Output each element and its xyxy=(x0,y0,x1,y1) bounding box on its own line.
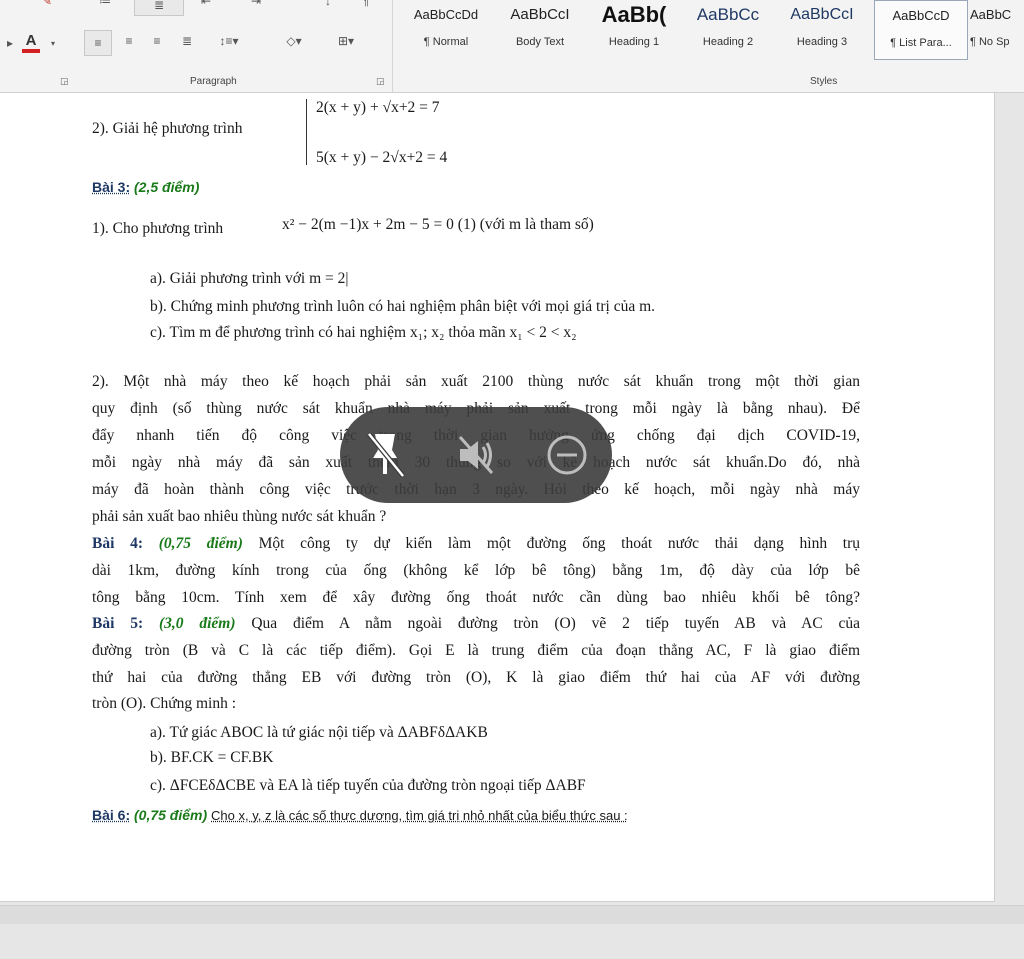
style-name: ¶ Normal xyxy=(423,36,469,48)
multilevel-list-icon[interactable]: ≣ xyxy=(134,0,184,16)
pin-off-icon xyxy=(367,432,406,478)
styles-group-label: Styles xyxy=(810,76,838,87)
bai-3-heading: Bài 3: (2,5 điểm) xyxy=(92,179,199,197)
style-name: Heading 3 xyxy=(796,36,848,48)
bai-5-line-1: Bài 5: (3,0 điểm) Qua điểm A nằm ngoài đ… xyxy=(92,615,860,633)
ribbon: ✎ ≔ ≣ ⇤ ⇥ ↓ ¶ ▸ A ▾ ≡ ≡ ≡ ≣ ↕≡▾ ◇▾ ⊞▾ ◲ … xyxy=(0,0,1024,93)
borders-icon[interactable]: ⊞▾ xyxy=(324,32,368,50)
bai-5-points: (3,0 điểm) xyxy=(158,615,236,632)
bai-4-points: (0,75 điểm) xyxy=(158,535,243,552)
bai-5-line-4: tròn (O). Chứng minh : xyxy=(92,695,237,712)
justify-icon[interactable]: ≣ xyxy=(176,32,198,50)
equation-line-1: 2(x + y) + √x+2 = 7 xyxy=(316,99,440,116)
bai-3-question-1: 1). Cho phương trình xyxy=(92,220,224,237)
bai-3-points: (2,5 điểm) xyxy=(134,179,200,195)
increase-indent-icon[interactable]: ⇥ xyxy=(246,0,266,10)
style-name: Heading 1 xyxy=(608,36,660,48)
bai-5-title: Bài 5: xyxy=(92,615,144,632)
mute-icon xyxy=(458,436,494,474)
bai-5-part-c: c). ΔFCEδΔCBE và EA là tiếp tuyến của đư… xyxy=(150,777,586,794)
style-normal[interactable]: AaBbCcDd ¶ Normal xyxy=(400,0,492,58)
style-body-text[interactable]: AaBbCcI Body Text xyxy=(494,0,586,58)
decrease-indent-icon[interactable]: ⇤ xyxy=(196,0,216,10)
minimize-button[interactable] xyxy=(539,427,595,483)
align-right-icon[interactable]: ≡ xyxy=(146,32,168,50)
highlight-icon[interactable]: ✎ xyxy=(36,0,58,10)
bai-4-line-2: dài 1km, đường kính trong của ống (không… xyxy=(92,562,860,579)
bai-4-text: Một công ty dự kiến làm một đường ống th… xyxy=(258,535,861,552)
styles-gallery: AaBbCcDd ¶ Normal AaBbCcI Body Text AaBb… xyxy=(398,0,1024,92)
document-area: 2). Giải hệ phương trình 2(x + y) + √x+2… xyxy=(0,93,1024,959)
bai-5-line-3: thứ hai của đường thẳng EB với đường trò… xyxy=(92,669,860,686)
align-left-icon[interactable]: ≡ xyxy=(84,30,112,56)
style-preview: AaBbC xyxy=(970,7,1012,22)
align-center-icon[interactable]: ≡ xyxy=(118,32,140,50)
style-preview: AaBbCc xyxy=(696,5,760,24)
style-heading-1[interactable]: AaBb( Heading 1 xyxy=(588,0,680,58)
bai-4-line-3: tông bằng 10cm. Tính xem để xây đường ốn… xyxy=(92,589,860,606)
bai-4-line-1: Bài 4: (0,75 điểm) Một công ty dự kiến l… xyxy=(92,535,860,553)
style-heading-2[interactable]: AaBbCc Heading 2 xyxy=(682,0,774,58)
horizontal-scrollbar[interactable] xyxy=(0,905,1024,924)
bai-5-part-b: b). BF.CK = CF.BK xyxy=(150,749,274,766)
style-heading-3[interactable]: AaBbCcI Heading 3 xyxy=(776,0,868,58)
style-name: Heading 2 xyxy=(702,36,754,48)
chevron-down-icon[interactable]: ▾ xyxy=(48,34,58,52)
bai-3-part-b: b). Chứng minh phương trình luôn có hai … xyxy=(150,298,656,315)
bai-3-part-c: c). Tìm m để phương trình có hai nghiệm … xyxy=(150,324,577,341)
bai-5-line-2: đường tròn (B và C là các tiếp điểm). Gọ… xyxy=(92,642,860,659)
equation-line-2: 5(x + y) − 2√x+2 = 4 xyxy=(316,149,448,166)
bai-6-line: Bài 6: (0,75 điểm) Cho x, y, z là các số… xyxy=(92,807,628,825)
paragraph-group-label: Paragraph xyxy=(190,76,237,87)
style-preview: AaBbCcD xyxy=(892,8,950,23)
paragraph-launcher-icon[interactable]: ◲ xyxy=(376,76,385,87)
pin-off-button[interactable] xyxy=(357,427,413,483)
style-name: Body Text xyxy=(515,36,565,48)
bai-3-title: Bài 3: xyxy=(92,179,131,195)
floating-control-bar xyxy=(340,407,612,503)
overflow-chevron-icon[interactable]: ▸ xyxy=(4,34,16,52)
style-preview: AaBbCcDd xyxy=(413,7,479,22)
bai-6-points: (0,75 điểm) xyxy=(134,807,208,823)
line-spacing-icon[interactable]: ↕≡▾ xyxy=(212,32,246,50)
font-color-button[interactable]: A xyxy=(18,30,44,54)
bai-5-text: Qua điểm A nằm ngoài đường tròn (O) vẽ 2… xyxy=(251,615,860,632)
bai-3-equation: x² − 2(m −1)x + 2m − 5 = 0 (1) (với m là… xyxy=(282,216,594,233)
bai-4-title: Bài 4: xyxy=(92,535,144,552)
style-preview: AaBb( xyxy=(601,2,667,27)
problem-2-label: 2). Giải hệ phương trình xyxy=(92,120,243,137)
bai-3-part-a: a). Giải phương trình với m = 2| xyxy=(150,270,349,287)
bullets-icon[interactable]: ≔ xyxy=(90,0,120,10)
font-color-swatch xyxy=(22,48,40,53)
bai-3-q2-line: 2). Một nhà máy theo kế hoạch phải sản x… xyxy=(92,373,860,390)
bai-6-text: Cho x, y, z là các số thực dương, tìm gi… xyxy=(211,808,628,823)
bai-5-part-a: a). Tứ giác ABOC là tứ giác nội tiếp và … xyxy=(150,724,488,741)
style-name: ¶ No Sp xyxy=(970,36,1010,48)
style-no-spacing[interactable]: AaBbC ¶ No Sp xyxy=(970,0,1024,58)
style-preview: AaBbCcI xyxy=(510,6,570,23)
shading-icon[interactable]: ◇▾ xyxy=(274,32,314,50)
bai-3-q2-last-line: phải sản xuất bao nhiêu thùng nước sát k… xyxy=(92,508,387,525)
font-color-icon: A xyxy=(25,31,37,49)
style-preview: AaBbCcI xyxy=(790,6,854,23)
sort-icon[interactable]: ↓ xyxy=(318,0,338,10)
paragraph-group: ✎ ≔ ≣ ⇤ ⇥ ↓ ¶ ▸ A ▾ ≡ ≡ ≡ ≣ ↕≡▾ ◇▾ ⊞▾ ◲ … xyxy=(0,0,393,92)
system-brace xyxy=(306,99,315,165)
bai-6-title: Bài 6: xyxy=(92,807,131,823)
style-list-paragraph[interactable]: AaBbCcD ¶ List Para... xyxy=(874,0,968,60)
style-name: ¶ List Para... xyxy=(890,37,952,49)
dialog-launcher-icon[interactable]: ◲ xyxy=(60,76,69,87)
minimize-icon xyxy=(547,435,587,475)
show-marks-icon[interactable]: ¶ xyxy=(358,0,374,10)
mute-button[interactable] xyxy=(448,427,504,483)
